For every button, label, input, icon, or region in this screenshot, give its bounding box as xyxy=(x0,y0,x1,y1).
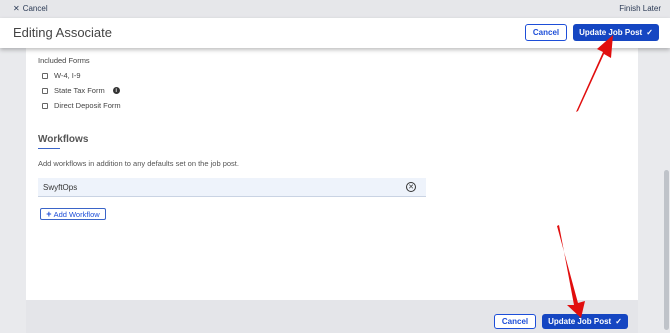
footer-update-label: Update Job Post xyxy=(548,317,612,326)
remove-circle-icon[interactable]: ✕ xyxy=(406,182,416,192)
footer-cancel-button[interactable]: Cancel xyxy=(494,314,536,329)
check-icon: ✓ xyxy=(615,317,622,326)
workflows-title: Workflows xyxy=(38,134,89,145)
workflow-item-label: SwyftOps xyxy=(43,182,78,192)
header-update-label: Update Job Post xyxy=(579,28,643,37)
workflow-item: SwyftOps ✕ xyxy=(38,178,426,197)
form-item-label: W-4, I-9 xyxy=(54,71,81,80)
page-footer: Cancel Update Job Post ✓ xyxy=(26,300,638,333)
add-workflow-label: Add Workflow xyxy=(53,209,100,219)
workflows-title-underline xyxy=(38,148,60,149)
top-bar: ✕ Cancel Finish Later xyxy=(0,0,670,18)
form-item-label: Direct Deposit Form xyxy=(54,101,121,110)
page-title: Editing Associate xyxy=(13,25,113,40)
plus-icon: + xyxy=(46,208,52,219)
footer-update-job-post-button[interactable]: Update Job Post ✓ xyxy=(542,314,628,329)
info-icon[interactable]: i xyxy=(112,87,120,94)
included-forms-title: Included Forms xyxy=(38,56,90,65)
top-cancel-link[interactable]: ✕ Cancel xyxy=(13,4,48,13)
checkbox[interactable] xyxy=(42,102,48,109)
add-workflow-button[interactable]: + Add Workflow xyxy=(40,208,106,220)
page-header: Editing Associate Cancel Update Job Post… xyxy=(0,18,670,48)
form-item-w4-i9[interactable]: W-4, I-9 xyxy=(42,71,81,80)
form-item-state-tax[interactable]: State Tax Form i xyxy=(42,86,120,95)
form-item-direct-deposit[interactable]: Direct Deposit Form xyxy=(42,101,121,110)
top-cancel-label: Cancel xyxy=(22,4,48,13)
form-item-label: State Tax Form xyxy=(54,86,105,95)
checkbox[interactable] xyxy=(42,72,48,79)
header-cancel-button[interactable]: Cancel xyxy=(525,24,567,41)
workflows-description: Add workflows in addition to any default… xyxy=(38,159,239,168)
header-update-job-post-button[interactable]: Update Job Post ✓ xyxy=(573,24,659,41)
check-icon: ✓ xyxy=(646,28,653,37)
close-icon: ✕ xyxy=(13,4,20,13)
scrollbar[interactable] xyxy=(664,170,669,330)
finish-later-link[interactable]: Finish Later xyxy=(619,4,661,13)
checkbox[interactable] xyxy=(42,87,48,94)
